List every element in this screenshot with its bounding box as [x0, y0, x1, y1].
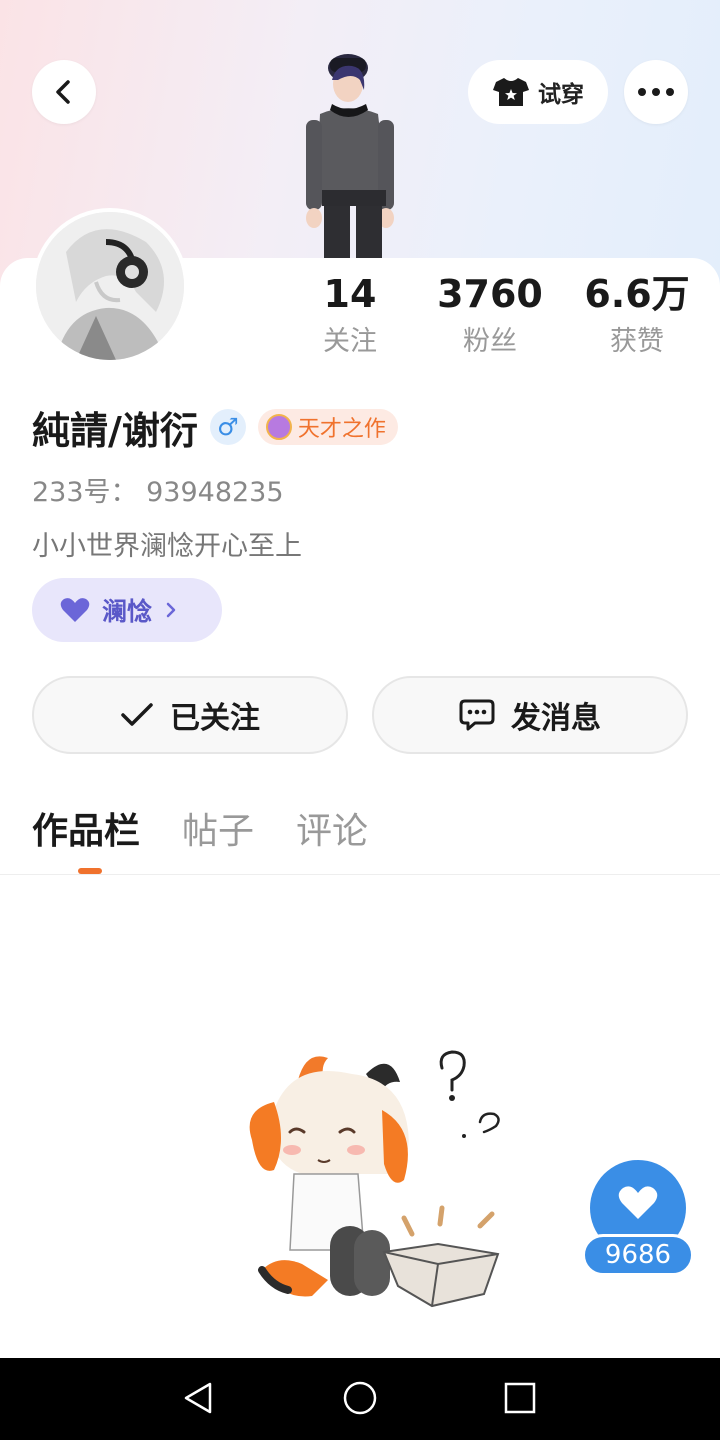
- empty-state-illustration: [249, 1050, 500, 1308]
- medal-label: 天才之作: [297, 417, 386, 442]
- chat-bubble-icon: [459, 699, 495, 731]
- fans-count: 3760: [437, 272, 543, 316]
- medal-icon: [265, 414, 292, 440]
- following-button-label: 已关注: [170, 701, 260, 736]
- heart-icon: [618, 1186, 658, 1219]
- tab-works[interactable]: 作品栏: [32, 806, 140, 858]
- name-row: 純請/谢衍 ♂ 天才之作: [32, 402, 398, 453]
- more-dots-icon: [638, 88, 674, 96]
- nav-back-icon[interactable]: [180, 1378, 220, 1418]
- fans-label: 粉丝: [463, 326, 517, 357]
- chevron-right-icon: [166, 602, 176, 618]
- send-message-button[interactable]: 发消息: [372, 676, 688, 754]
- following-button[interactable]: 已关注: [32, 676, 348, 754]
- nav-home-icon[interactable]: [340, 1378, 380, 1418]
- send-message-label: 发消息: [511, 701, 601, 736]
- likes-label: 获赞: [610, 326, 664, 357]
- try-on-button[interactable]: 试穿: [468, 60, 608, 124]
- tab-comments[interactable]: 评论: [296, 806, 368, 858]
- user-id: 233号： 93948235: [32, 477, 284, 508]
- system-navigation-bar: [0, 1358, 720, 1440]
- medal-badge[interactable]: 天才之作: [257, 409, 398, 445]
- checkmark-icon: [121, 703, 153, 726]
- avatar-3d-figure[interactable]: [292, 50, 414, 260]
- more-options-button[interactable]: [624, 60, 688, 124]
- fan-group-tag[interactable]: 澜惗: [32, 578, 222, 642]
- tab-posts[interactable]: 帖子: [182, 806, 254, 858]
- profile-tabs: 作品栏 帖子 评论: [32, 806, 368, 858]
- nav-recents-icon[interactable]: [500, 1378, 540, 1418]
- back-button[interactable]: [32, 60, 96, 124]
- profile-name: 純請/谢衍: [32, 408, 198, 453]
- likes-count: 6.6万: [584, 272, 690, 316]
- following-stat[interactable]: 14 关注: [300, 270, 400, 362]
- male-icon: ♂: [209, 409, 246, 445]
- like-count: 9686: [582, 1234, 694, 1276]
- fans-stat[interactable]: 3760 粉丝: [430, 270, 550, 362]
- following-count: 14: [323, 272, 377, 316]
- heart-icon: [60, 598, 90, 622]
- avatar-image: [36, 212, 184, 360]
- tshirt-icon: [493, 78, 529, 106]
- chevron-left-icon: [56, 80, 70, 104]
- try-on-label: 试穿: [538, 82, 584, 108]
- fan-tag-label: 澜惗: [102, 597, 153, 626]
- profile-bio: 小小世界澜惗开心至上: [32, 531, 302, 562]
- tabs-divider: [0, 874, 720, 875]
- following-label: 关注: [323, 326, 377, 357]
- avatar[interactable]: [32, 208, 188, 364]
- likes-stat[interactable]: 6.6万 获赞: [572, 270, 702, 362]
